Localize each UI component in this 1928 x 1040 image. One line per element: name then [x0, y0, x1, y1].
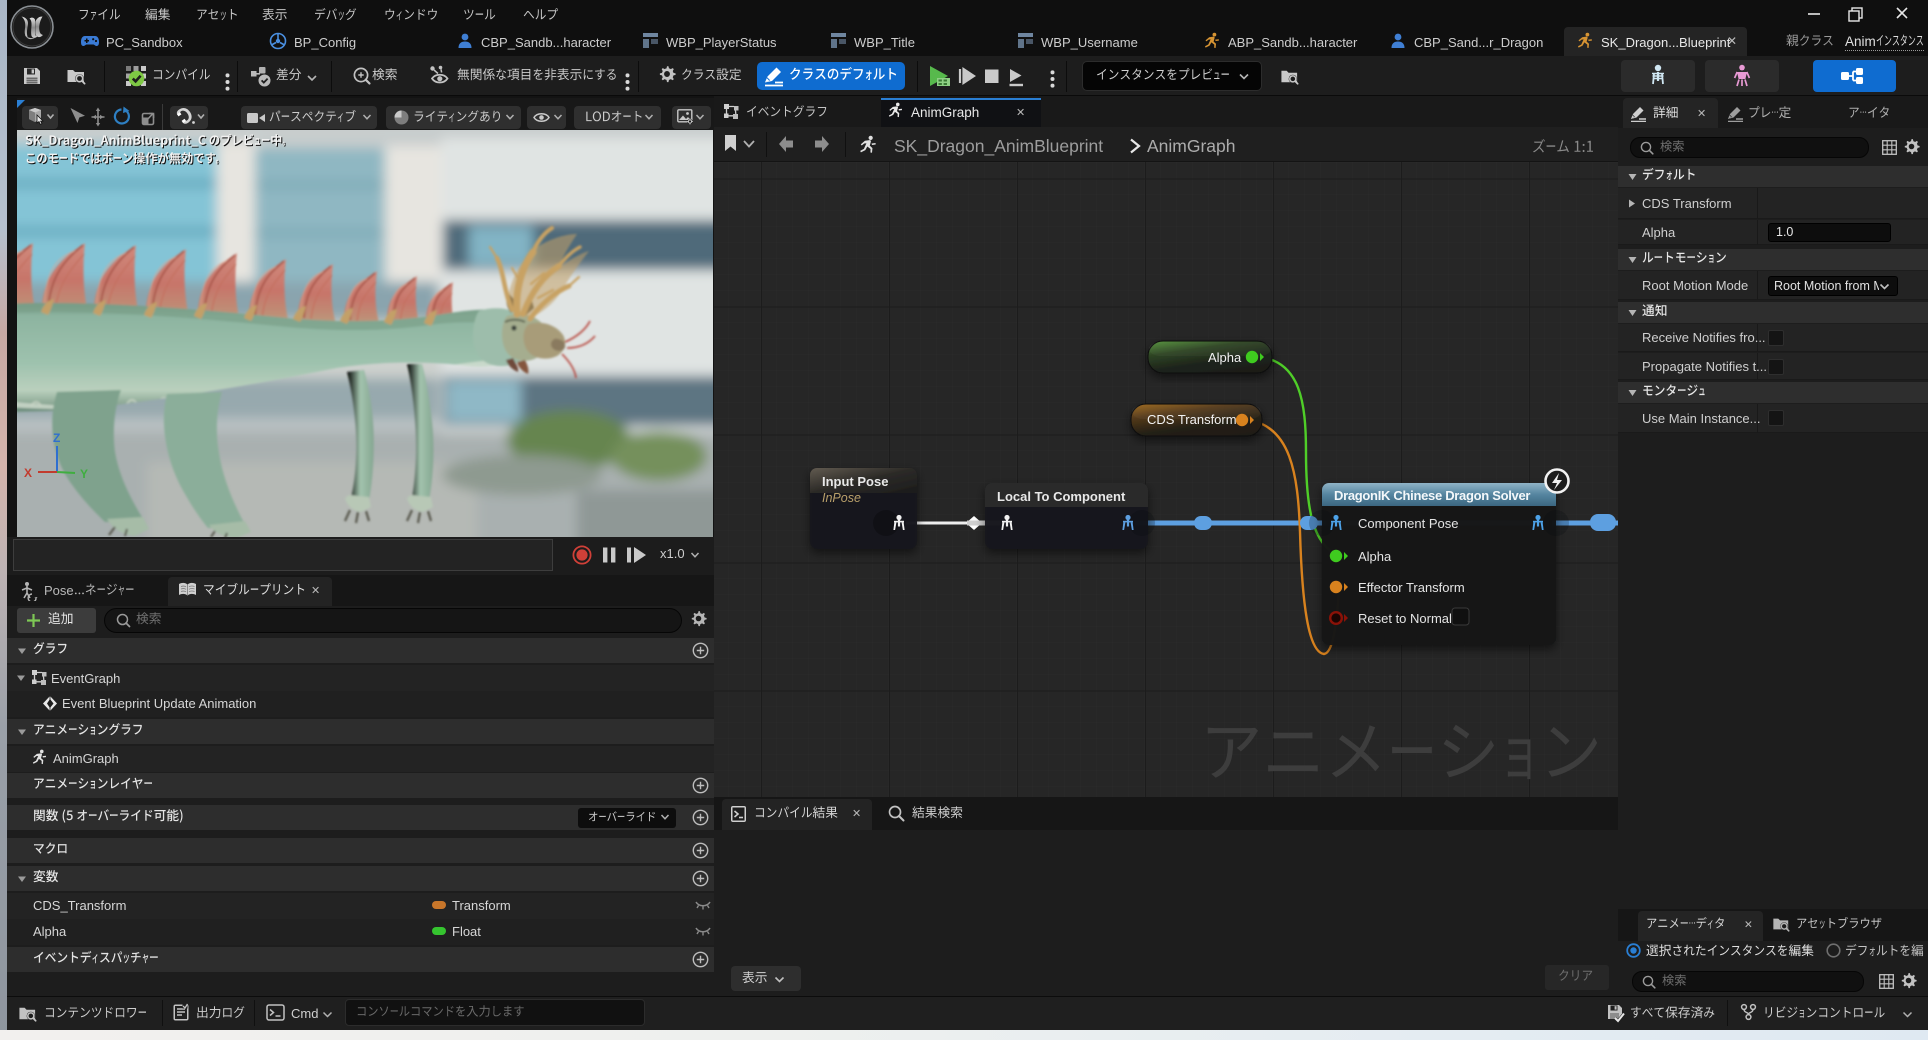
svg-text:Effector Transform: Effector Transform	[1358, 580, 1465, 595]
svg-text:Alpha: Alpha	[1358, 549, 1392, 564]
svg-text:CDS Transform: CDS Transform	[1147, 412, 1237, 427]
svg-text:Y: Y	[80, 467, 88, 481]
svg-text:InPose: InPose	[822, 491, 861, 505]
svg-text:Reset to Normal ?: Reset to Normal ?	[1358, 611, 1463, 626]
svg-text:DragonIK Chinese Dragon Solver: DragonIK Chinese Dragon Solver	[1334, 488, 1530, 503]
svg-text:Local To Component: Local To Component	[997, 489, 1126, 504]
svg-text:X: X	[24, 466, 32, 480]
svg-text:Z: Z	[53, 432, 60, 445]
svg-text:Component Pose: Component Pose	[1358, 516, 1458, 531]
svg-text:Input Pose: Input Pose	[822, 474, 888, 489]
svg-text:Alpha: Alpha	[1208, 350, 1242, 365]
